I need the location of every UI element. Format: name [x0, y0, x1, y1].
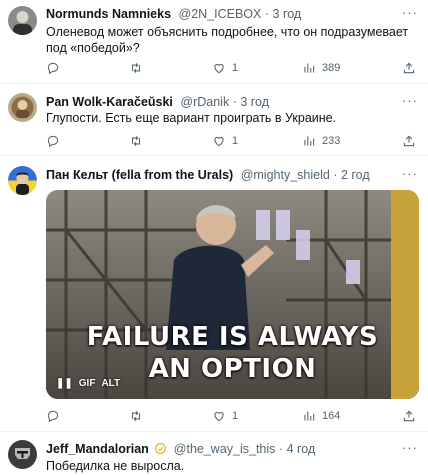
share-button[interactable] — [402, 134, 416, 148]
pause-icon[interactable]: ❚❚ — [56, 378, 73, 389]
more-icon[interactable]: ··· — [402, 5, 418, 20]
views-button[interactable]: 389 — [302, 61, 340, 75]
gif-label: GIF — [78, 378, 96, 389]
retweet-button[interactable] — [129, 61, 143, 75]
like-button[interactable]: 1 — [212, 61, 238, 75]
tweet-header: Normunds Namnieks @2N_ICEBOX · 3 год — [46, 6, 301, 22]
reply-button[interactable] — [46, 409, 60, 423]
share-button[interactable] — [402, 61, 416, 75]
retweet-button[interactable] — [129, 409, 143, 423]
avatar[interactable] — [8, 440, 37, 469]
tweet-header: Pan Wolk-Karačeŭski @rDanik · 3 год — [46, 94, 269, 110]
reply-button[interactable] — [46, 134, 60, 148]
reply-icon — [47, 135, 59, 148]
tweet-text: Оленевод может объяснить подробнее, что … — [46, 25, 409, 55]
tweet-header: Пан Кельт (fella from the Urals) @mighty… — [46, 167, 370, 183]
action-bar: 1 389 — [46, 61, 416, 77]
views-icon — [304, 411, 315, 421]
separator-dot: · — [232, 95, 237, 109]
tweet-jeff[interactable]: Jeff_Mandalorian @the_way_is_this · 4 го… — [0, 432, 428, 475]
author-name[interactable]: Пан Кельт (fella from the Urals) — [46, 168, 233, 182]
views-icon — [304, 63, 315, 73]
reply-icon — [47, 62, 59, 75]
reply-icon — [47, 410, 59, 423]
retweet-icon — [131, 410, 141, 422]
reply-button[interactable] — [46, 61, 60, 75]
view-count: 233 — [322, 135, 341, 147]
tweet-pan-wolk[interactable]: Pan Wolk-Karačeŭski @rDanik · 3 год ··· … — [0, 84, 428, 156]
action-bar: 1 233 — [46, 134, 416, 150]
views-icon — [304, 136, 315, 146]
separator-dot: · — [278, 442, 284, 456]
retweet-button[interactable] — [129, 134, 143, 148]
verified-badge-icon — [155, 443, 167, 454]
heart-icon — [214, 137, 224, 147]
view-count: 389 — [322, 62, 341, 74]
media-badges: ❚❚ GIF ALT — [56, 378, 120, 389]
tweet-text: Глупости. Есть еще вариант проиграть в У… — [46, 111, 337, 125]
like-button[interactable]: 1 — [212, 134, 238, 148]
views-button[interactable]: 233 — [302, 134, 340, 148]
avatar[interactable] — [8, 166, 37, 195]
author-handle[interactable]: @rDanik — [180, 95, 229, 109]
like-count: 1 — [232, 135, 239, 147]
share-icon — [403, 410, 415, 422]
action-bar: 1 164 — [46, 409, 416, 425]
gif-caption-line-1: FAILURE IS ALWAYS — [86, 322, 379, 352]
author-name[interactable]: Jeff_Mandalorian — [46, 442, 149, 456]
avatar[interactable] — [8, 6, 37, 35]
tweet-normunds[interactable]: Normunds Namnieks @2N_ICEBOX · 3 год ···… — [0, 0, 428, 84]
heart-icon — [214, 64, 224, 74]
avatar[interactable] — [8, 93, 37, 122]
tweet-text: Победилка не выросла. — [46, 459, 185, 473]
author-handle[interactable]: @2N_ICEBOX — [179, 7, 262, 21]
share-icon — [403, 62, 415, 74]
separator-dot: · — [333, 168, 338, 182]
views-button[interactable]: 164 — [302, 409, 340, 423]
author-name[interactable]: Pan Wolk-Karačeŭski — [46, 95, 173, 109]
retweet-icon — [131, 62, 141, 74]
author-name[interactable]: Normunds Namnieks — [46, 7, 171, 21]
gif-media[interactable]: FAILURE IS ALWAYS AN OPTION ❚❚ GIF ALT — [46, 190, 419, 399]
heart-icon — [214, 412, 224, 422]
like-button[interactable]: 1 — [212, 409, 238, 423]
separator-dot: · — [264, 7, 270, 21]
retweet-icon — [131, 135, 141, 147]
timestamp[interactable]: 2 год — [341, 168, 370, 182]
more-icon[interactable]: ··· — [402, 440, 418, 455]
tweet-pan-kelt[interactable]: Пан Кельт (fella from the Urals) @mighty… — [0, 156, 428, 432]
more-icon[interactable]: ··· — [402, 93, 418, 108]
share-icon — [403, 135, 415, 147]
alt-label[interactable]: ALT — [101, 378, 120, 389]
author-handle[interactable]: @the_way_is_this — [174, 442, 276, 456]
timestamp[interactable]: 4 год — [287, 442, 316, 456]
more-icon[interactable]: ··· — [402, 166, 418, 181]
like-count: 1 — [232, 62, 239, 74]
tweet-header: Jeff_Mandalorian @the_way_is_this · 4 го… — [46, 441, 315, 457]
author-handle[interactable]: @mighty_shield — [241, 168, 330, 182]
like-count: 1 — [232, 410, 239, 422]
share-button[interactable] — [402, 409, 416, 423]
timestamp[interactable]: 3 год — [273, 7, 302, 21]
view-count: 164 — [322, 410, 341, 422]
timestamp[interactable]: 3 год — [240, 95, 269, 109]
